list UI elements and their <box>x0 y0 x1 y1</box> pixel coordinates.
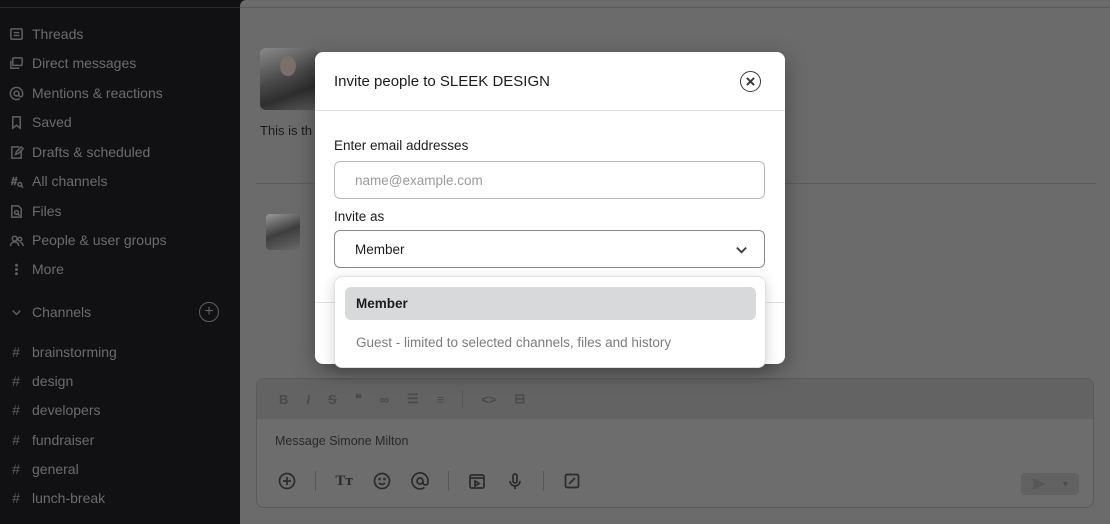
italic-icon[interactable]: I <box>306 392 310 407</box>
sidebar-item-label: More <box>32 261 64 277</box>
channel-label: lunch-break <box>32 490 106 506</box>
threads-icon <box>0 27 32 42</box>
text-format-icon[interactable]: Tт <box>334 471 354 491</box>
emoji-icon[interactable] <box>372 471 392 491</box>
sidebar-divider <box>0 7 240 8</box>
sidebar: Threads Direct messages Mentions & react… <box>0 0 240 524</box>
channels-search-icon <box>0 174 32 189</box>
sidebar-item-label: Threads <box>32 26 84 42</box>
code-block-icon[interactable]: ⊟ <box>514 391 525 407</box>
direct-messages-icon <box>0 56 32 71</box>
hash-icon: # <box>12 432 20 448</box>
strikethrough-icon[interactable]: S <box>328 392 337 407</box>
sidebar-item-label: People & user groups <box>32 232 167 248</box>
header-divider <box>240 7 1110 8</box>
selected-role: Member <box>355 241 405 257</box>
option-member[interactable]: Member <box>345 287 756 320</box>
email-field[interactable] <box>334 161 765 199</box>
avatar[interactable] <box>266 214 300 250</box>
sidebar-item-drafts[interactable]: Drafts & scheduled <box>0 140 150 164</box>
chevron-down-icon <box>0 305 32 320</box>
channel-label: fundraiser <box>32 432 95 448</box>
sidebar-item-saved[interactable]: Saved <box>0 110 72 134</box>
channels-section-header[interactable]: Channels <box>0 300 91 324</box>
people-icon <box>0 233 32 248</box>
hash-icon: # <box>12 373 20 389</box>
composer-actions: Tт <box>277 471 582 491</box>
sidebar-item-more[interactable]: More <box>0 257 64 281</box>
channel-label: brainstorming <box>32 344 117 360</box>
video-clip-icon[interactable] <box>467 471 487 491</box>
numbered-list-icon[interactable]: ≡ <box>437 392 445 407</box>
email-label: Enter email addresses <box>334 138 469 153</box>
code-icon[interactable]: <> <box>481 392 496 407</box>
bulleted-list-icon[interactable]: ☰ <box>407 391 419 407</box>
message-composer[interactable]: B I S ❝ ∞ ☰ ≡ <> ⊟ Message Simone Milton… <box>256 378 1094 508</box>
sidebar-item-label: Saved <box>32 114 72 130</box>
send-icon <box>1032 478 1046 490</box>
hash-icon: # <box>12 490 20 506</box>
sidebar-channel-item[interactable]: # design <box>0 369 73 393</box>
bookmark-icon <box>0 115 32 130</box>
sidebar-item-label: Files <box>32 203 62 219</box>
sidebar-item-label: All channels <box>32 173 108 189</box>
message-text: This is th <box>260 123 313 138</box>
sidebar-channel-item[interactable]: # fundraiser <box>0 428 94 452</box>
avatar[interactable] <box>260 48 318 110</box>
add-channel-icon[interactable]: + <box>199 302 219 322</box>
sidebar-item-people[interactable]: People & user groups <box>0 228 167 252</box>
more-vertical-icon <box>0 262 32 277</box>
role-dropdown: Member Guest - limited to selected chann… <box>334 276 766 368</box>
sidebar-channel-item[interactable]: # general <box>0 457 79 481</box>
hash-icon: # <box>12 402 20 418</box>
hash-icon: # <box>12 461 20 477</box>
format-toolbar: B I S ❝ ∞ ☰ ≡ <> ⊟ <box>257 379 1093 419</box>
sidebar-item-label: Direct messages <box>32 55 137 71</box>
sidebar-channel-item[interactable]: # developers <box>0 398 101 422</box>
sidebar-channel-item[interactable]: # lunch-break <box>0 486 105 510</box>
sidebar-item-files[interactable]: Files <box>0 199 62 223</box>
microphone-icon[interactable] <box>505 471 525 491</box>
channel-label: design <box>32 373 74 389</box>
drafts-icon <box>0 145 32 160</box>
option-guest[interactable]: Guest - limited to selected channels, fi… <box>345 326 756 359</box>
sidebar-item-label: Drafts & scheduled <box>32 144 151 160</box>
bold-icon[interactable]: B <box>279 392 288 407</box>
sidebar-item-direct-messages[interactable]: Direct messages <box>0 51 136 75</box>
mention-icon[interactable] <box>410 471 430 491</box>
toolbar-separator <box>315 471 316 491</box>
toolbar-separator <box>462 390 464 408</box>
toolbar-separator <box>448 471 449 491</box>
chevron-down-icon <box>735 243 748 259</box>
invite-as-label: Invite as <box>334 209 385 224</box>
plus-circle-icon[interactable] <box>277 471 297 491</box>
at-icon <box>0 86 32 101</box>
quote-icon[interactable]: ❝ <box>355 391 362 407</box>
slash-shortcut-icon[interactable] <box>562 471 582 491</box>
sidebar-item-threads[interactable]: Threads <box>0 22 83 46</box>
toolbar-separator <box>543 471 544 491</box>
modal-title: Invite people to SLEEK DESIGN <box>334 73 550 90</box>
invite-as-select[interactable]: Member <box>334 230 765 268</box>
channels-header-label: Channels <box>32 304 92 320</box>
send-button[interactable]: ▼ <box>1021 473 1079 495</box>
hash-icon: # <box>12 344 20 360</box>
sidebar-channel-item[interactable]: # brainstorming <box>0 340 117 364</box>
chevron-down-icon[interactable]: ▼ <box>1061 479 1070 489</box>
sidebar-item-mentions[interactable]: Mentions & reactions <box>0 81 163 105</box>
close-icon[interactable] <box>740 71 761 92</box>
link-icon[interactable]: ∞ <box>380 392 389 407</box>
files-icon <box>0 204 32 219</box>
sidebar-item-label: Mentions & reactions <box>32 85 163 101</box>
channel-label: developers <box>32 402 101 418</box>
sidebar-item-all-channels[interactable]: All channels <box>0 169 108 193</box>
modal-header: Invite people to SLEEK DESIGN <box>315 52 785 111</box>
composer-input[interactable]: Message Simone Milton <box>275 434 408 448</box>
channel-label: general <box>32 461 79 477</box>
